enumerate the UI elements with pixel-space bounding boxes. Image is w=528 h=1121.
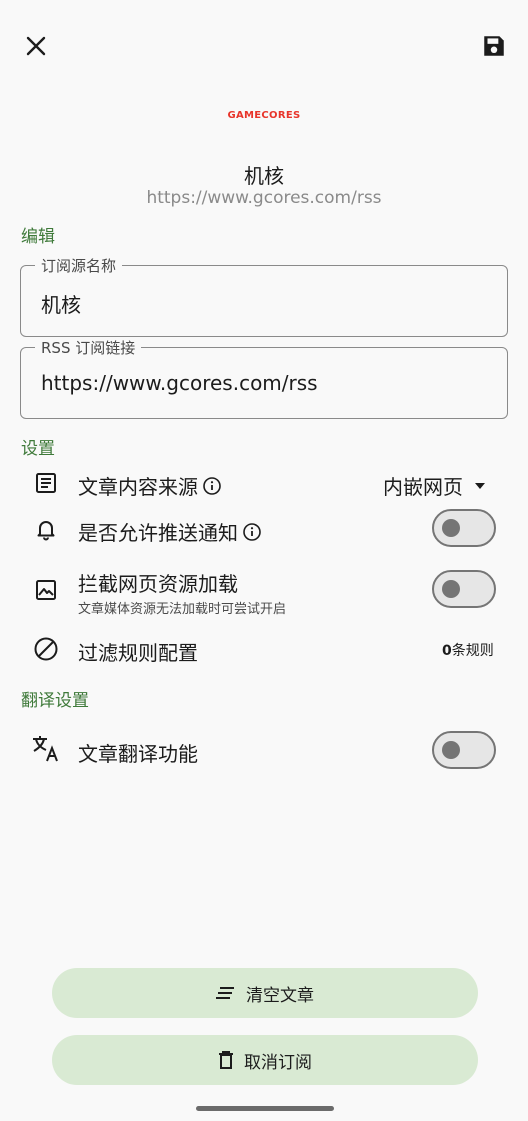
article-icon xyxy=(32,469,60,497)
bell-icon xyxy=(32,515,60,543)
image-icon xyxy=(32,576,60,604)
toggle-knob xyxy=(442,741,460,759)
feed-name-field-value: 机核 xyxy=(41,293,81,317)
unsubscribe-label: 取消订阅 xyxy=(244,1052,312,1073)
block-resources-toggle[interactable] xyxy=(432,570,496,608)
toggle-knob xyxy=(442,519,460,537)
close-button[interactable] xyxy=(16,26,56,66)
push-notify-label: 是否允许推送通知 xyxy=(78,521,238,545)
rss-url-field-value: https://www.gcores.com/rss xyxy=(41,371,318,395)
translate-label: 文章翻译功能 xyxy=(78,742,198,766)
feed-url: https://www.gcores.com/rss xyxy=(146,188,382,208)
translate-section-title: 翻译设置 xyxy=(21,691,89,711)
content-source-select[interactable]: 内嵌网页 xyxy=(383,471,485,500)
clear-articles-label: 清空文章 xyxy=(246,985,314,1006)
clear-articles-button[interactable]: 清空文章 xyxy=(52,968,478,1018)
clear-all-icon xyxy=(216,987,234,999)
rss-url-field-label: RSS 订阅链接 xyxy=(35,337,142,358)
filter-rules-row[interactable]: 过滤规则配置 0条规则 xyxy=(0,628,528,670)
feed-logo: GAMECORES xyxy=(227,110,301,121)
dropdown-arrow-icon xyxy=(475,482,485,489)
save-button[interactable] xyxy=(474,26,514,66)
content-source-value: 内嵌网页 xyxy=(383,475,463,499)
filter-rules-label: 过滤规则配置 xyxy=(78,641,198,665)
filter-rules-count: 0条规则 xyxy=(442,640,494,660)
block-resources-sub: 文章媒体资源无法加载时可尝试开启 xyxy=(78,602,287,617)
block-resources-label: 拦截网页资源加载 xyxy=(78,572,238,596)
content-source-label: 文章内容来源 xyxy=(78,475,198,499)
translate-icon xyxy=(30,734,62,762)
toggle-knob xyxy=(442,580,460,598)
translate-toggle[interactable] xyxy=(432,731,496,769)
content-source-row[interactable]: 文章内容来源 内嵌网页 xyxy=(0,462,528,504)
feed-name-field-label: 订阅源名称 xyxy=(35,255,123,276)
save-icon xyxy=(484,36,504,56)
filter-rules-count-suffix: 条规则 xyxy=(451,643,494,659)
feed-name: 机核 xyxy=(244,164,284,188)
unsubscribe-button[interactable]: 取消订阅 xyxy=(52,1035,478,1085)
edit-section-title: 编辑 xyxy=(21,227,55,247)
block-resources-row[interactable]: 拦截网页资源加载 文章媒体资源无法加载时可尝试开启 xyxy=(0,562,528,622)
home-indicator[interactable] xyxy=(196,1106,334,1111)
translate-row[interactable]: 文章翻译功能 xyxy=(0,726,528,774)
feed-name-field[interactable]: 订阅源名称 机核 xyxy=(20,255,508,337)
push-notify-row[interactable]: 是否允许推送通知 xyxy=(0,506,528,552)
info-icon[interactable] xyxy=(202,476,222,496)
block-icon xyxy=(32,635,60,663)
trash-icon xyxy=(219,1051,233,1069)
info-icon[interactable] xyxy=(242,522,262,542)
push-notify-toggle[interactable] xyxy=(432,509,496,547)
filter-rules-count-number: 0 xyxy=(442,643,452,659)
close-icon xyxy=(26,36,46,56)
rss-url-field[interactable]: RSS 订阅链接 https://www.gcores.com/rss xyxy=(20,337,508,419)
settings-section-title: 设置 xyxy=(21,439,55,459)
